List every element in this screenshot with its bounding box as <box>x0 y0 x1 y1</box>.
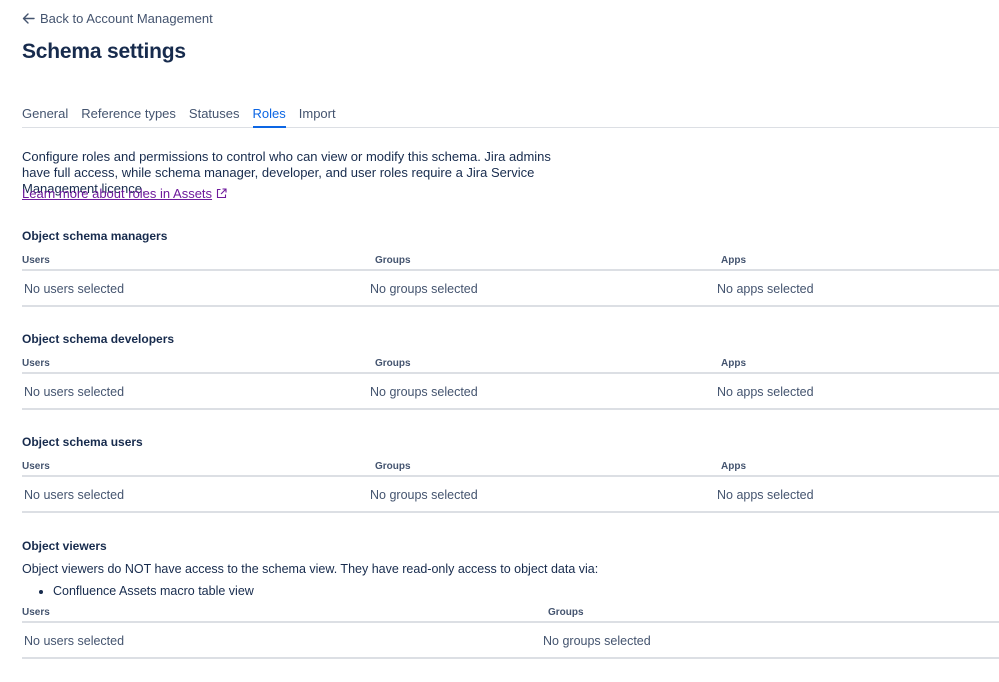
tab-statuses[interactable]: Statuses <box>189 106 240 127</box>
apps-cell: No apps selected <box>717 282 814 296</box>
users-cell: No users selected <box>24 488 125 502</box>
groups-cell: No groups selected <box>543 634 651 648</box>
apps-cell: No apps selected <box>717 488 814 502</box>
object-viewers-access-list: Confluence Assets macro table view <box>22 584 999 598</box>
section-title: Object schema developers <box>22 332 175 346</box>
tab-general[interactable]: General <box>22 106 68 127</box>
table-row: No users selected No groups selected No … <box>22 477 999 513</box>
schema-settings-page: Back to Account Management Schema settin… <box>22 0 999 682</box>
column-header-apps: Apps <box>721 358 746 369</box>
table-header: Users Groups <box>22 604 999 623</box>
column-header-users: Users <box>22 461 50 472</box>
tab-reference-types[interactable]: Reference types <box>81 106 176 127</box>
list-item: Confluence Assets macro table view <box>53 584 999 598</box>
users-cell: No users selected <box>24 385 125 399</box>
groups-cell: No groups selected <box>370 385 478 399</box>
learn-more-link[interactable]: Learn more about roles in Assets <box>22 186 227 201</box>
section-title: Object schema users <box>22 435 143 449</box>
object-schema-developers-section: Object schema developers Users Groups Ap… <box>22 331 999 410</box>
table-header: Users Groups Apps <box>22 252 999 271</box>
column-header-groups: Groups <box>375 255 411 266</box>
section-title: Object viewers <box>22 539 107 553</box>
column-header-apps: Apps <box>721 461 746 472</box>
managers-table: Users Groups Apps No users selected No g… <box>22 252 999 307</box>
page-title: Schema settings <box>22 40 186 63</box>
object-schema-managers-section: Object schema managers Users Groups Apps… <box>22 228 999 307</box>
column-header-apps: Apps <box>721 255 746 266</box>
column-header-groups: Groups <box>375 461 411 472</box>
tab-import[interactable]: Import <box>299 106 336 127</box>
object-viewers-section: Object viewers Object viewers do NOT hav… <box>22 538 999 659</box>
back-to-account-management-link[interactable]: Back to Account Management <box>22 10 213 26</box>
column-header-users: Users <box>22 607 50 618</box>
column-header-groups: Groups <box>375 358 411 369</box>
groups-cell: No groups selected <box>370 282 478 296</box>
groups-cell: No groups selected <box>370 488 478 502</box>
column-header-users: Users <box>22 255 50 266</box>
object-viewers-description: Object viewers do NOT have access to the… <box>22 562 599 576</box>
column-header-groups: Groups <box>548 607 584 618</box>
viewers-table: Users Groups No users selected No groups… <box>22 604 999 659</box>
object-schema-users-section: Object schema users Users Groups Apps No… <box>22 434 999 513</box>
section-title: Object schema managers <box>22 229 168 243</box>
users-cell: No users selected <box>24 634 125 648</box>
table-header: Users Groups Apps <box>22 355 999 374</box>
tab-roles[interactable]: Roles <box>252 106 287 128</box>
users-table: Users Groups Apps No users selected No g… <box>22 458 999 513</box>
developers-table: Users Groups Apps No users selected No g… <box>22 355 999 410</box>
users-cell: No users selected <box>24 282 125 296</box>
table-header: Users Groups Apps <box>22 458 999 477</box>
table-row: No users selected No groups selected No … <box>22 271 999 307</box>
arrow-left-icon <box>22 12 35 24</box>
back-link-label: Back to Account Management <box>40 10 213 26</box>
table-row: No users selected No groups selected <box>22 623 999 659</box>
apps-cell: No apps selected <box>717 385 814 399</box>
table-row: No users selected No groups selected No … <box>22 374 999 410</box>
learn-more-label: Learn more about roles in Assets <box>22 186 213 201</box>
external-link-icon <box>217 188 227 199</box>
tab-list: General Reference types Statuses Roles I… <box>22 106 999 128</box>
column-header-users: Users <box>22 358 50 369</box>
